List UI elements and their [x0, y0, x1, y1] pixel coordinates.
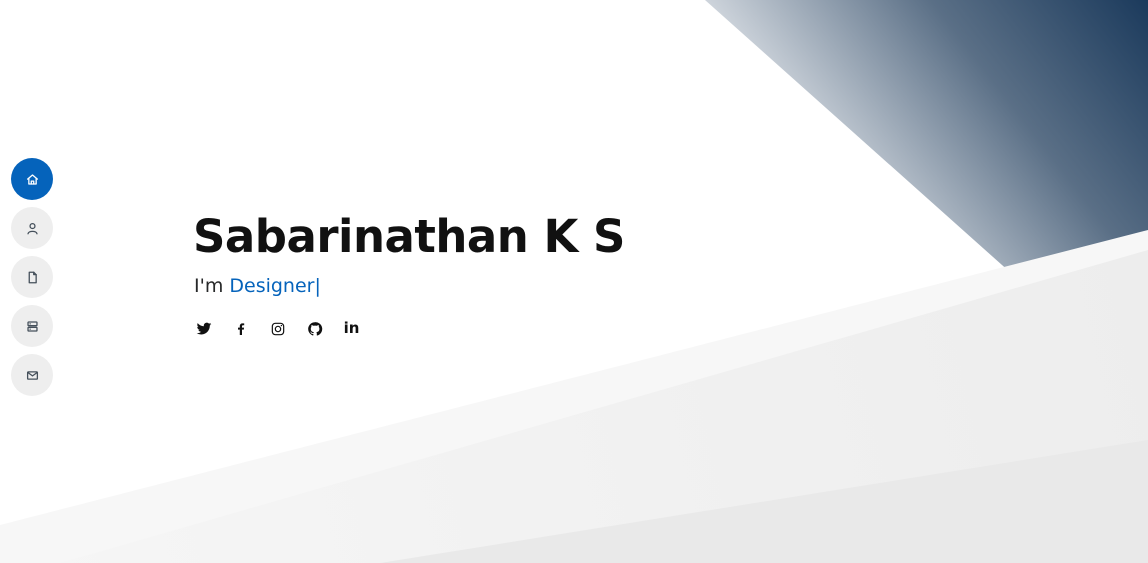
hero-section: Sabarinathan K S I'm Designer| in [193, 208, 625, 337]
nav-contact-button[interactable] [11, 354, 53, 396]
tagline-prefix: I'm [194, 275, 230, 297]
twitter-link[interactable] [195, 320, 212, 337]
social-links: in [195, 320, 625, 337]
home-icon [26, 173, 38, 185]
facebook-link[interactable] [232, 320, 249, 337]
nav-services-button[interactable] [11, 305, 53, 347]
facebook-icon [237, 322, 244, 335]
twitter-icon [196, 322, 211, 334]
side-nav [11, 158, 53, 396]
file-icon [28, 271, 37, 283]
github-icon [307, 321, 322, 336]
hero-tagline: I'm Designer| [194, 274, 625, 298]
typed-role: Designer [229, 275, 315, 297]
nav-about-button[interactable] [11, 207, 53, 249]
instagram-icon [271, 322, 284, 335]
linkedin-link[interactable]: in [343, 320, 360, 337]
page: Sabarinathan K S I'm Designer| in [0, 0, 1148, 563]
server-icon [26, 320, 38, 332]
person-icon [26, 222, 38, 234]
nav-home-button[interactable] [11, 158, 53, 200]
github-link[interactable] [306, 320, 323, 337]
linkedin-icon: in [343, 319, 360, 337]
envelope-icon [26, 370, 38, 380]
typed-cursor: | [314, 275, 321, 297]
instagram-link[interactable] [269, 320, 286, 337]
hero-name: Sabarinathan K S [193, 210, 625, 263]
nav-resume-button[interactable] [11, 256, 53, 298]
